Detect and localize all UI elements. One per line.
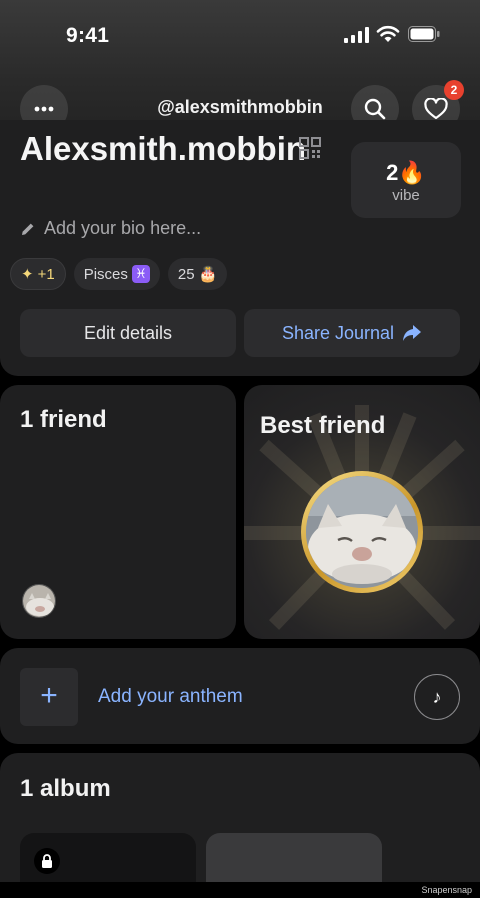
notification-badge: 2 [444,80,464,100]
ellipsis-icon [34,106,54,112]
profile-handle: @alexsmithmobbin [157,97,323,117]
pisces-icon: ♓ [131,265,150,283]
search-icon [364,98,386,120]
sparkle-icon: ✦ [21,266,34,283]
qr-code-icon[interactable] [299,137,321,159]
zodiac-label: Pisces [83,265,128,283]
sparkle-count: +1 [37,265,55,283]
battery-icon [408,26,440,42]
bio-field[interactable]: Add your bio here... [20,218,201,239]
sparkle-count-chip[interactable]: ✦ +1 [10,258,66,290]
share-journal-button[interactable]: Share Journal [244,309,460,357]
vibe-counter[interactable]: 2🔥 vibe [351,142,461,218]
vibe-count: 2🔥 [386,160,426,185]
add-anthem-plus-button[interactable]: + [20,668,78,726]
status-time: 9:41 [66,24,110,47]
profile-name: Alexsmith.mobbin [20,130,307,167]
edit-details-button[interactable]: Edit details [20,309,236,357]
pencil-icon [22,223,34,235]
wifi-icon [376,25,400,42]
cellular-signal-icon [344,27,369,43]
share-journal-label: Share Journal [281,322,395,343]
zodiac-chip[interactable]: Pisces ♓ [73,258,160,290]
music-note-button[interactable]: ♪ [414,674,460,720]
bottom-bar [0,882,480,898]
watermark: Snapensnap [421,885,472,895]
edit-details-label: Edit details [83,322,173,343]
best-friend-avatar[interactable] [301,471,423,593]
age-value: 25 [177,265,195,283]
music-note-icon: ♪ [432,686,442,707]
lock-icon [34,848,60,874]
status-bar: 9:41 [0,22,480,52]
birthday-cake-icon: 🎂 [198,266,218,283]
cat-photo [306,476,418,588]
age-chip[interactable]: 25 🎂 [167,258,228,290]
bio-placeholder: Add your bio here... [44,218,202,238]
fire-icon: 🔥 [398,160,426,185]
vibe-label: vibe [392,187,420,204]
profile-chips: ✦ +1 Pisces ♓ 25 🎂 [10,258,228,290]
share-arrow-icon [403,325,422,341]
friend-avatar[interactable] [22,584,56,618]
album-title: 1 album [20,775,111,802]
heart-icon [424,98,448,120]
add-anthem-label[interactable]: Add your anthem [98,686,243,708]
friends-title: 1 friend [20,406,107,433]
best-friend-title: Best friend [260,412,386,439]
